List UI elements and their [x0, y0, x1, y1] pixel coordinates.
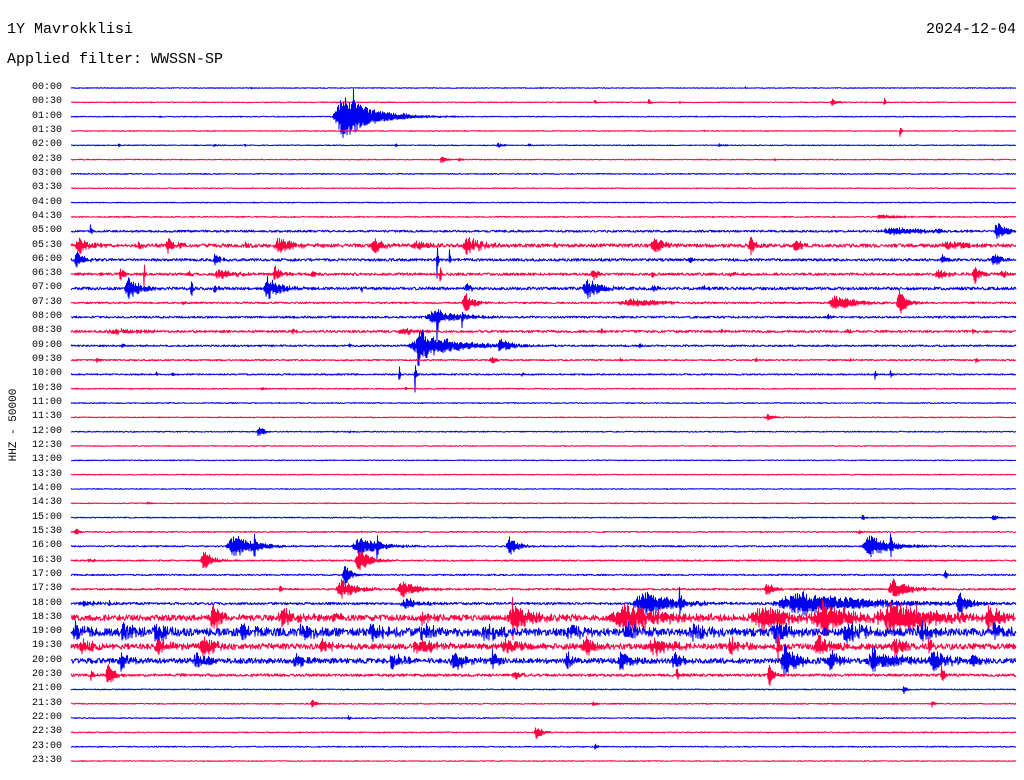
trace-23-00	[71, 743, 1017, 750]
trace-21-00	[70, 686, 1017, 695]
trace-11-00	[70, 402, 1017, 405]
trace-23-30	[70, 760, 1017, 762]
y-axis-label: HHZ - 50000	[8, 389, 20, 462]
trace-15-00	[70, 514, 1017, 521]
trace-17-30	[70, 578, 1017, 599]
trace-03-00	[70, 172, 1017, 175]
trace-04-30	[70, 214, 1017, 220]
trace-01-30	[70, 127, 1017, 137]
trace-06-00	[70, 247, 1017, 279]
trace-19-00	[70, 620, 1017, 644]
trace-06-30	[70, 264, 1017, 288]
trace-07-00	[70, 275, 1017, 300]
trace-03-30	[70, 187, 1017, 190]
trace-08-30	[70, 327, 1017, 335]
trace-22-30	[70, 727, 1017, 739]
trace-05-30	[70, 236, 1017, 256]
trace-07-30	[70, 290, 1017, 314]
trace-17-00	[70, 566, 1017, 585]
trace-04-00	[70, 201, 1017, 204]
trace-14-00	[70, 488, 1017, 490]
trace-16-30	[70, 550, 1017, 571]
helicorder-page: 1Y Mavrokklisi 2024-12-04 Applied filter…	[0, 0, 1024, 780]
trace-15-30	[70, 528, 1017, 535]
trace-02-00	[70, 142, 1017, 148]
helicorder-plot: HHZ - 50000	[8, 86, 1017, 762]
trace-22-00	[70, 715, 1017, 721]
trace-10-30	[70, 386, 1017, 391]
trace-08-00	[70, 309, 1017, 342]
trace-13-30	[70, 473, 1017, 476]
trace-group	[70, 86, 1017, 762]
trace-20-30	[70, 664, 1017, 686]
trace-14-30	[70, 501, 1017, 505]
trace-09-30	[70, 356, 1017, 364]
trace-21-30	[70, 699, 1017, 708]
trace-12-30	[70, 445, 1017, 447]
trace-12-00	[70, 427, 1017, 437]
trace-02-30	[70, 156, 1017, 164]
trace-00-30	[70, 97, 1017, 106]
trace-05-00	[70, 223, 1017, 240]
trace-13-00	[70, 459, 1017, 462]
trace-00-00	[70, 86, 1017, 90]
trace-11-30	[70, 414, 1017, 421]
trace-16-00	[71, 533, 1017, 560]
